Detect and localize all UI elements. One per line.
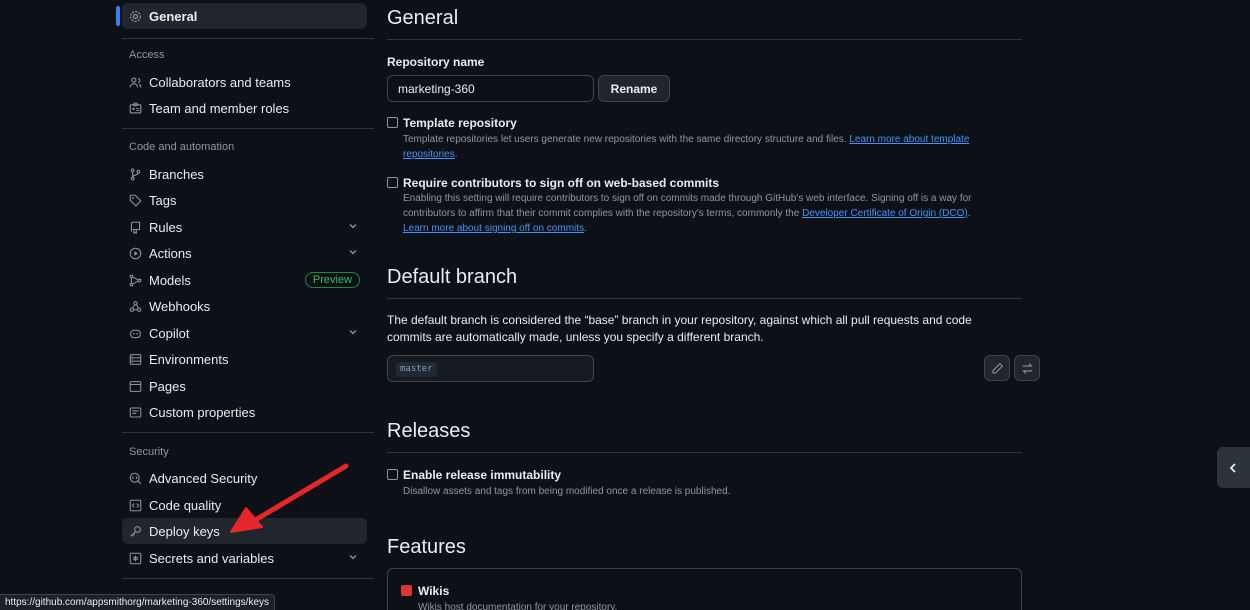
arrow-switch-icon <box>1021 362 1033 374</box>
signoff-learn-more-link[interactable]: Learn more about signing off on commits <box>403 223 584 234</box>
chevron-down-icon[interactable] <box>348 221 358 231</box>
sidebar-item-team-roles[interactable]: Team and member roles <box>122 95 367 121</box>
sidebar-item-label: Pages <box>149 378 186 394</box>
wikis-title: Wikis <box>418 584 450 598</box>
heading-divider <box>387 298 1022 299</box>
gear-icon <box>129 10 142 23</box>
rename-branch-button[interactable] <box>984 355 1010 381</box>
sidebar-item-copilot[interactable]: Copilot <box>122 320 367 346</box>
repo-push-icon <box>129 221 142 234</box>
signoff-title: Require contributors to sign off on web-… <box>403 176 720 190</box>
sidebar-item-label: Webhooks <box>149 298 211 314</box>
sidebar-item-label: Custom properties <box>149 404 256 420</box>
play-icon <box>129 247 142 260</box>
sidebar-item-actions[interactable]: Actions <box>122 240 367 266</box>
codescan-icon <box>129 472 142 485</box>
sidebar-item-label: Secrets and variables <box>149 550 275 566</box>
pencil-icon <box>992 362 1003 373</box>
access-group-label: Access <box>129 49 165 61</box>
sidebar-item-label: Environments <box>149 351 229 367</box>
note-icon <box>129 406 142 419</box>
sidebar-item-collaborators[interactable]: Collaborators and teams <box>122 69 367 95</box>
sidebar-item-branches[interactable]: Branches <box>122 161 367 187</box>
selected-indicator <box>116 6 120 26</box>
sidebar-item-webhooks[interactable]: Webhooks <box>122 293 367 319</box>
collapse-panel-button[interactable] <box>1217 447 1250 488</box>
sidebar-item-label: Models <box>149 272 191 288</box>
heading-divider <box>387 452 1022 453</box>
sidebar-item-label: Team and member roles <box>149 100 290 116</box>
sidebar-item-models[interactable]: Models Preview <box>122 267 367 293</box>
sidebar-item-deploy-keys[interactable]: Deploy keys <box>122 518 367 544</box>
people-icon <box>129 76 142 89</box>
code-automation-group-label: Code and automation <box>129 141 235 153</box>
chevron-down-icon[interactable] <box>348 552 358 562</box>
sidebar-item-label: Tags <box>149 192 177 208</box>
sidebar-item-general[interactable]: General <box>122 3 367 29</box>
template-repo-title: Template repository <box>403 116 517 130</box>
repo-name-label: Repository name <box>387 55 485 69</box>
sidebar-item-label: Deploy keys <box>149 523 220 539</box>
webhook-icon <box>129 300 142 313</box>
preview-badge: Preview <box>304 272 360 288</box>
features-heading: Features <box>387 536 466 558</box>
key-icon <box>129 525 142 538</box>
id-badge-icon <box>129 102 142 115</box>
chevron-left-icon <box>1229 462 1236 473</box>
sidebar-item-advanced-security[interactable]: Advanced Security <box>122 465 367 491</box>
sidebar-item-tags[interactable]: Tags <box>122 187 367 213</box>
sidebar-divider <box>122 128 374 129</box>
sidebar-item-label: Advanced Security <box>149 470 258 486</box>
default-branch-heading: Default branch <box>387 266 518 288</box>
code-square-icon <box>129 499 142 512</box>
status-url: https://github.com/appsmithorg/marketing… <box>0 594 276 610</box>
server-icon <box>129 353 142 366</box>
sidebar-item-label: Rules <box>149 219 183 235</box>
default-branch-desc: The default branch is considered the “ba… <box>387 313 972 344</box>
models-icon <box>129 274 142 287</box>
chevron-down-icon[interactable] <box>348 327 358 337</box>
rename-button[interactable]: Rename <box>598 75 670 102</box>
release-immutability-checkbox[interactable] <box>387 469 398 480</box>
copilot-icon <box>129 327 142 340</box>
sidebar-divider <box>122 432 374 433</box>
releases-heading: Releases <box>387 420 471 442</box>
wikis-checkbox[interactable] <box>401 585 412 596</box>
sidebar-divider <box>122 38 374 39</box>
security-group-label: Security <box>129 446 169 458</box>
heading-divider <box>387 39 1022 40</box>
sidebar-item-rules[interactable]: Rules <box>122 214 367 240</box>
sidebar-item-label: Code quality <box>149 497 222 513</box>
sidebar-item-label: Branches <box>149 166 204 182</box>
general-heading: General <box>387 7 459 29</box>
wikis-desc: Wikis host documentation for your reposi… <box>418 602 618 610</box>
template-repo-checkbox[interactable] <box>387 117 398 128</box>
sidebar-item-label: Collaborators and teams <box>149 74 291 90</box>
sidebar-item-label: Copilot <box>149 325 190 341</box>
sidebar-item-custom-properties[interactable]: Custom properties <box>122 399 367 425</box>
repo-name-input[interactable] <box>387 75 594 102</box>
signoff-checkbox[interactable] <box>387 177 398 188</box>
release-immutability-title: Enable release immutability <box>403 468 562 482</box>
template-repo-desc: Template repositories let users generate… <box>403 134 970 160</box>
tag-icon <box>129 194 142 207</box>
git-branch-icon <box>129 168 142 181</box>
sidebar-item-secrets-variables[interactable]: Secrets and variables <box>122 545 367 571</box>
sidebar-item-environments[interactable]: Environments <box>122 346 367 372</box>
dco-link[interactable]: Developer Certificate of Origin (DCO) <box>802 208 968 219</box>
signoff-desc: Enabling this setting will require contr… <box>403 193 972 234</box>
sidebar-item-label: Actions <box>149 245 192 261</box>
features-box: Wikis Wikis host documentation for your … <box>387 568 1022 610</box>
chevron-down-icon[interactable] <box>348 247 358 257</box>
switch-branch-button[interactable] <box>1014 355 1040 381</box>
branch-name-chip: master <box>396 362 437 377</box>
sidebar-item-label: General <box>149 8 198 24</box>
sidebar-divider <box>122 578 374 579</box>
release-immutability-desc: Disallow assets and tags from being modi… <box>403 486 731 497</box>
default-branch-field: master <box>387 355 594 382</box>
key-asterisk-icon <box>129 552 142 565</box>
browser-icon <box>129 380 142 393</box>
sidebar-item-pages[interactable]: Pages <box>122 373 367 399</box>
sidebar-item-code-quality[interactable]: Code quality <box>122 492 367 518</box>
